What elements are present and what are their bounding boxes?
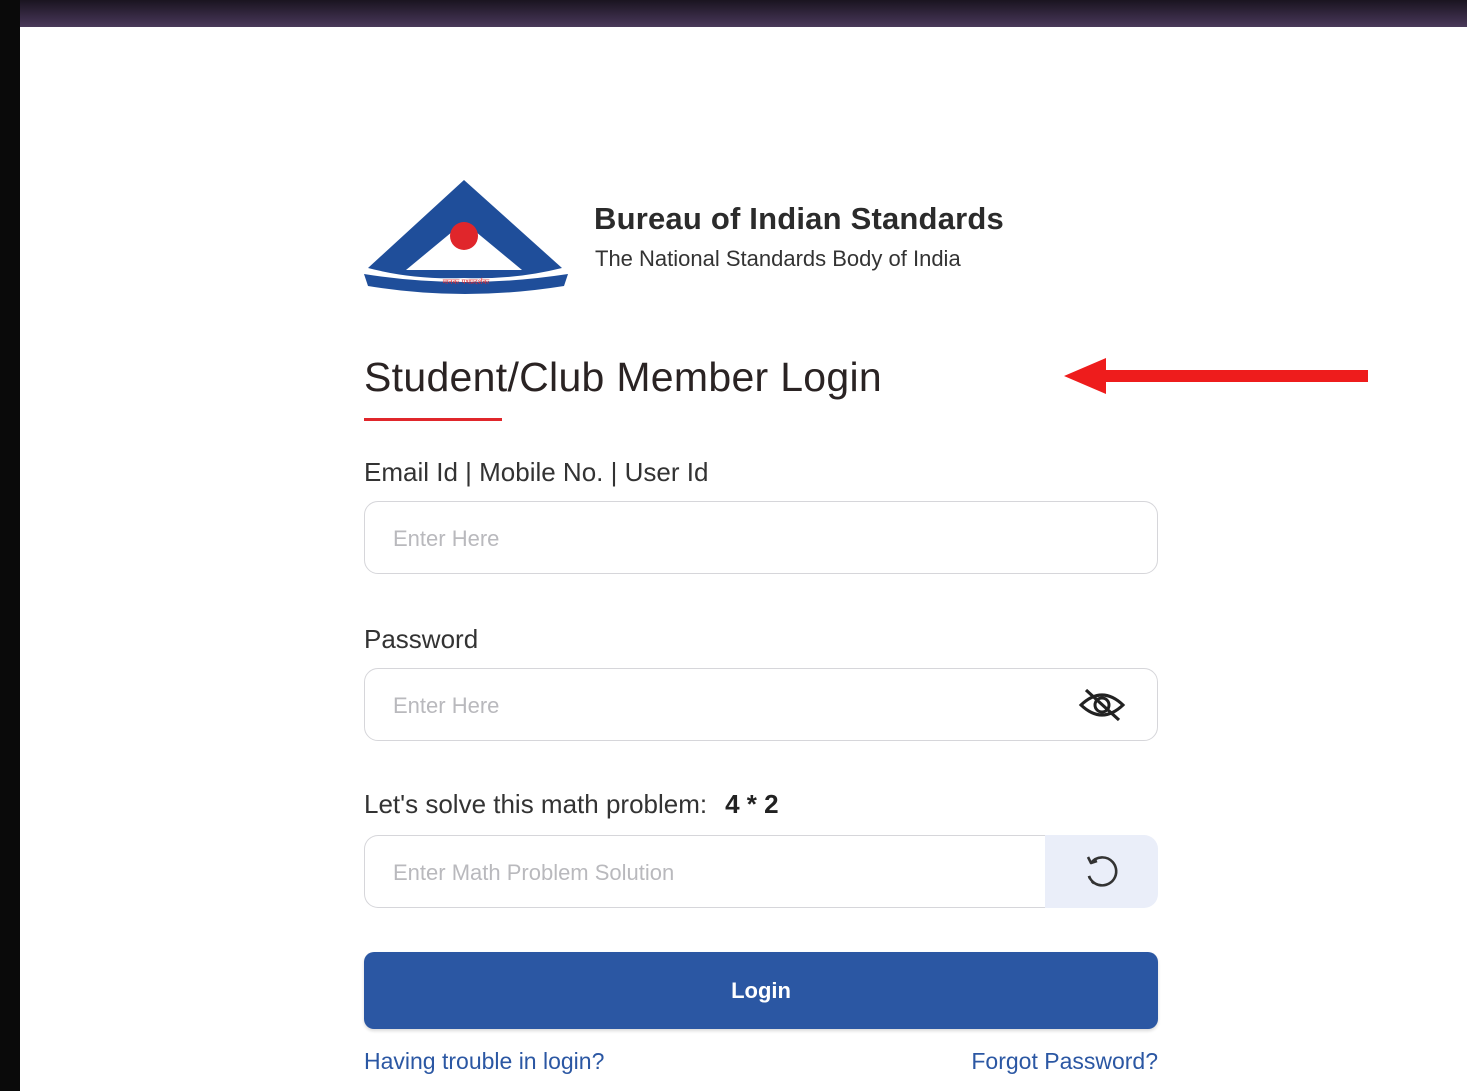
forgot-password-link[interactable]: Forgot Password?	[971, 1048, 1158, 1075]
trouble-login-link[interactable]: Having trouble in login?	[364, 1048, 604, 1075]
password-input[interactable]	[391, 669, 1035, 742]
password-label: Password	[364, 624, 479, 654]
org-tagline: The National Standards Body of India	[595, 246, 961, 271]
eye-slash-icon[interactable]	[1077, 687, 1127, 723]
math-solution-input[interactable]	[391, 836, 1015, 909]
refresh-icon	[1086, 855, 1117, 887]
window-top-bar	[0, 0, 1467, 27]
page-title: Student/Club Member Login	[364, 354, 883, 400]
org-name: Bureau of Indian Standards	[594, 201, 1004, 236]
password-field-wrapper	[364, 668, 1158, 742]
login-button[interactable]: Login	[364, 952, 1158, 1029]
logo-motto: मानकः पथप्रदर्शकः	[443, 277, 490, 286]
red-arrow-icon	[1064, 358, 1368, 394]
math-expression: 4 * 2	[725, 789, 779, 819]
email-field-wrapper	[364, 501, 1158, 575]
email-input[interactable]	[391, 502, 1035, 575]
title-underline	[364, 418, 502, 421]
math-field-wrapper	[364, 835, 1048, 909]
window-left-border	[0, 0, 20, 1091]
math-label-text: Let's solve this math problem:	[364, 789, 708, 819]
email-label: Email Id | Mobile No. | User Id	[364, 457, 709, 487]
bis-logo: मानकः पथप्रदर्शकः	[364, 180, 568, 294]
refresh-captcha-button[interactable]	[1045, 835, 1158, 908]
math-label: Let's solve this math problem: 4 * 2	[364, 789, 779, 820]
